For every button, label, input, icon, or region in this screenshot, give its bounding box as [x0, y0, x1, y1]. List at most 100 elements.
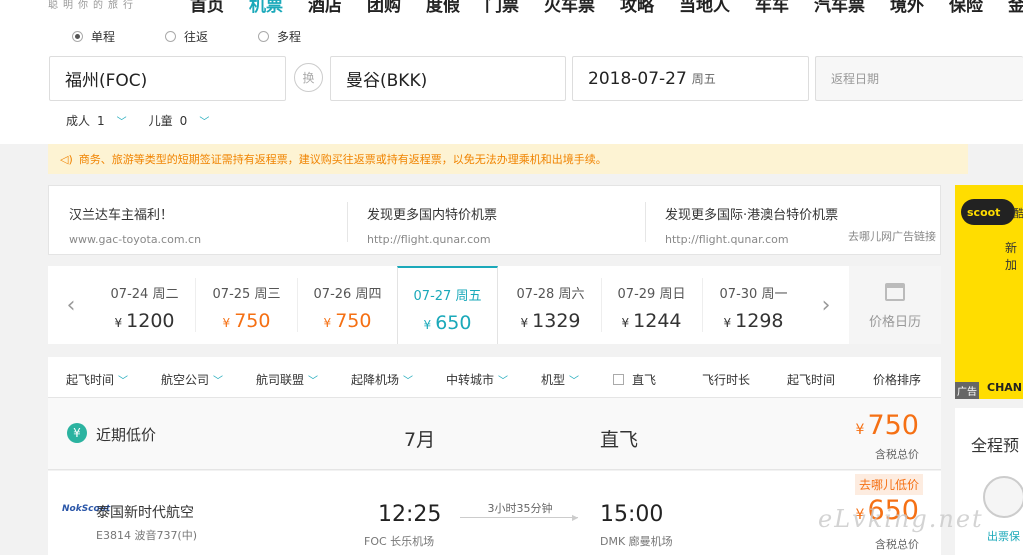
speaker-icon: ◁) [60, 152, 73, 166]
calendar-icon [885, 283, 905, 301]
filter-label: 起飞时间 [66, 373, 115, 387]
date-cell[interactable]: 07-25 周三 ¥750 [196, 266, 297, 344]
arrive-time: 15:00 [600, 502, 664, 527]
nav-item-locals[interactable]: 当地人 [679, 0, 730, 16]
depart-weekday: 周五 [691, 72, 716, 86]
depart-time: 12:25 [378, 502, 442, 527]
visa-notice: ◁) 商务、旅游等类型的短期签证需持有返程票，建议购买往返票或持有返程票，以免无… [48, 144, 968, 174]
nav-item-overseas[interactable]: 境外 [890, 0, 924, 16]
date-cell[interactable]: 07-28 周六 ¥1329 [500, 266, 601, 344]
swap-cities-button[interactable]: 换 [294, 63, 323, 92]
ad-link[interactable]: 去哪儿网广告链接 [848, 228, 936, 244]
child-select[interactable]: 儿童 0 ﹀ [149, 112, 210, 129]
low-price-type: 直飞 [600, 429, 639, 451]
currency-symbol: ¥ [222, 316, 231, 330]
flight-code: E3814 波音737(中) [96, 529, 198, 542]
date-price: 750 [335, 310, 372, 332]
currency-symbol: ¥ [520, 316, 529, 330]
filter-depart-time[interactable]: 起飞时间 ﹀ [66, 371, 128, 388]
nav-item-hotels[interactable]: 酒店 [308, 0, 342, 16]
next-dates-button[interactable]: › [803, 266, 849, 344]
ad-corner-text: CHAN [987, 381, 1022, 394]
filter-direct[interactable]: 直飞 [613, 371, 656, 388]
ad-label: 广告 [955, 382, 979, 399]
flight-row[interactable]: NokScoot 泰国新时代航空 E3814 波音737(中) 12:25 FO… [48, 471, 941, 555]
date-cell[interactable]: 07-26 周四 ¥750 [297, 266, 398, 344]
nav-item-finance[interactable]: 金融 [1008, 0, 1023, 16]
multi-radio[interactable] [258, 31, 270, 42]
nav-item-group-buy[interactable]: 团购 [367, 0, 401, 16]
currency-symbol: ¥ [723, 316, 732, 330]
ad-item[interactable]: 发现更多国内特价机票 http://flight.qunar.com [367, 204, 497, 246]
to-city-input[interactable]: 曼谷(BKK) [330, 56, 566, 101]
site-slogan: 聪明你的旅行 [48, 0, 138, 11]
date-cell-selected[interactable]: 07-27 周五 ¥650 [397, 266, 498, 344]
filter-aircraft[interactable]: 机型 ﹀ [541, 371, 579, 388]
child-count: 0 [179, 113, 188, 128]
currency-symbol: ¥ [423, 318, 432, 332]
date-cell[interactable]: 07-24 周二 ¥1200 [94, 266, 195, 344]
nav-item-tickets[interactable]: 门票 [485, 0, 519, 16]
chevron-down-icon: ﹀ [569, 376, 580, 387]
date-label: 07-26 [313, 287, 352, 302]
side-ad-banner[interactable]: scoot 酷 新加 广告 CHAN [955, 185, 1023, 399]
filter-airline[interactable]: 航空公司 ﹀ [161, 371, 223, 388]
filter-airport[interactable]: 起降机场 ﹀ [351, 371, 413, 388]
weekday-label: 周日 [659, 287, 686, 302]
trip-type-group: 单程 往返 多程 [72, 28, 351, 45]
oneway-radio[interactable] [72, 31, 83, 42]
filter-label: 航司联盟 [256, 373, 305, 387]
date-price-strip: ‹ 07-24 周二 ¥1200 07-25 周三 ¥750 07-26 周四 … [48, 266, 941, 344]
filter-label: 航空公司 [161, 373, 210, 387]
nav-item-train[interactable]: 火车票 [544, 0, 595, 16]
tax-note: 含税总价 [875, 448, 919, 461]
child-label: 儿童 [148, 114, 173, 128]
chevron-down-icon: ﹀ [498, 376, 509, 387]
filter-transfer-city[interactable]: 中转城市 ﹀ [446, 371, 508, 388]
low-price-title: 近期低价 [96, 426, 157, 444]
weekday-label: 周六 [558, 287, 585, 302]
trip-type-multi[interactable]: 多程 [258, 28, 301, 45]
calendar-label: 价格日历 [868, 315, 921, 330]
filter-bar: 起飞时间 ﹀ 航空公司 ﹀ 航司联盟 ﹀ 起降机场 ﹀ 中转城市 ﹀ 机型 ﹀ 直飞 飞行时… [48, 357, 941, 398]
chevron-down-icon: ﹀ [213, 376, 224, 387]
prev-dates-button[interactable]: ‹ [48, 266, 94, 344]
sort-label: 起飞时间 [787, 373, 836, 387]
watermark: eLvking.net [818, 505, 984, 533]
price-calendar-button[interactable]: 价格日历 [849, 266, 941, 344]
depart-date-input[interactable]: 2018-07-27 周五 [572, 56, 809, 101]
nav-item-car[interactable]: 车车 [755, 0, 789, 16]
filter-label: 起降机场 [351, 373, 400, 387]
nav-item-guides[interactable]: 攻略 [620, 0, 654, 16]
nav-item-insurance[interactable]: 保险 [949, 0, 983, 16]
sort-label: 价格排序 [873, 373, 922, 387]
nav-item-bus[interactable]: 汽车票 [814, 0, 865, 16]
date-cell[interactable]: 07-30 周一 ¥1298 [703, 266, 804, 344]
ad-title: 发现更多国际·港澳台特价机票 [665, 208, 839, 223]
nav-item-flights[interactable]: 机票 [249, 0, 283, 16]
sort-duration[interactable]: 飞行时长 [702, 371, 750, 388]
date-price: 750 [234, 310, 271, 332]
roundtrip-radio[interactable] [165, 31, 177, 42]
ticket-guarantee-icon [983, 476, 1023, 518]
adult-select[interactable]: 成人 1 ﹀ [66, 112, 127, 129]
side-panel-link[interactable]: 出票保 [987, 528, 1020, 544]
from-city-input[interactable]: 福州(FOC) [49, 56, 286, 101]
trip-type-oneway[interactable]: 单程 [72, 28, 115, 45]
trip-type-roundtrip[interactable]: 往返 [165, 28, 208, 45]
chevron-down-icon: ﹀ [308, 376, 319, 387]
ad-item[interactable]: 发现更多国际·港澳台特价机票 http://flight.qunar.com [665, 204, 838, 246]
nav-item-vacation[interactable]: 度假 [426, 0, 460, 16]
sort-depart-time[interactable]: 起飞时间 [787, 371, 835, 388]
divider [645, 202, 646, 242]
filter-alliance[interactable]: 航司联盟 ﹀ [256, 371, 318, 388]
date-label: 07-29 [617, 287, 656, 302]
date-cell[interactable]: 07-29 周日 ¥1244 [601, 266, 702, 344]
nav-item-home[interactable]: 首页 [190, 0, 224, 16]
recent-low-price-row[interactable]: ¥ 近期低价 7月 直飞 ¥750 含税总价 [48, 398, 941, 470]
low-price-value: ¥750 [855, 410, 919, 441]
return-date-input[interactable]: 返程日期 [815, 56, 1023, 101]
ad-item[interactable]: 汉兰达车主福利！ www.gac-toyota.com.cn [69, 204, 201, 246]
sort-price[interactable]: 价格排序 [873, 371, 921, 388]
direct-checkbox[interactable] [613, 374, 624, 385]
